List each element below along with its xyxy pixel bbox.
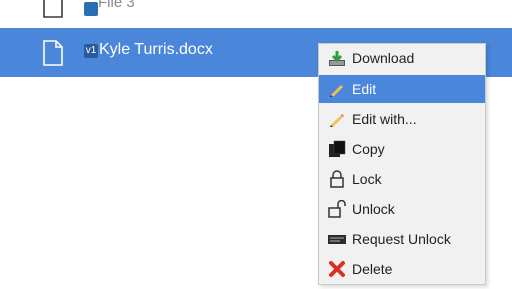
file-name[interactable]: Kyle Turris.docx — [99, 41, 213, 59]
download-icon — [328, 49, 346, 67]
file-row[interactable]: File 3 — [0, 0, 512, 22]
delete-icon — [328, 260, 346, 278]
menu-item-download[interactable]: Download — [319, 44, 485, 72]
request-unlock-icon — [328, 230, 346, 248]
lock-icon — [328, 170, 346, 188]
version-badge — [84, 2, 98, 16]
menu-item-request-unlock[interactable]: Request Unlock — [319, 225, 485, 253]
document-icon — [43, 0, 63, 18]
menu-item-edit[interactable]: Edit — [319, 75, 485, 103]
menu-item-copy[interactable]: Copy — [319, 135, 485, 163]
unlock-icon — [328, 200, 346, 218]
pencil-icon — [328, 80, 346, 98]
menu-item-edit-with[interactable]: Edit with... — [319, 105, 485, 133]
menu-item-delete[interactable]: Delete — [319, 255, 485, 283]
menu-item-lock[interactable]: Lock — [319, 165, 485, 193]
copy-icon — [328, 140, 346, 158]
context-menu: Download Edit Edit with... Copy Lock Unl… — [318, 43, 486, 285]
pencil-icon — [328, 110, 346, 128]
version-badge: v1 — [84, 44, 98, 58]
document-icon — [43, 40, 63, 66]
file-name[interactable]: File 3 — [98, 0, 135, 11]
menu-item-unlock[interactable]: Unlock — [319, 195, 485, 223]
